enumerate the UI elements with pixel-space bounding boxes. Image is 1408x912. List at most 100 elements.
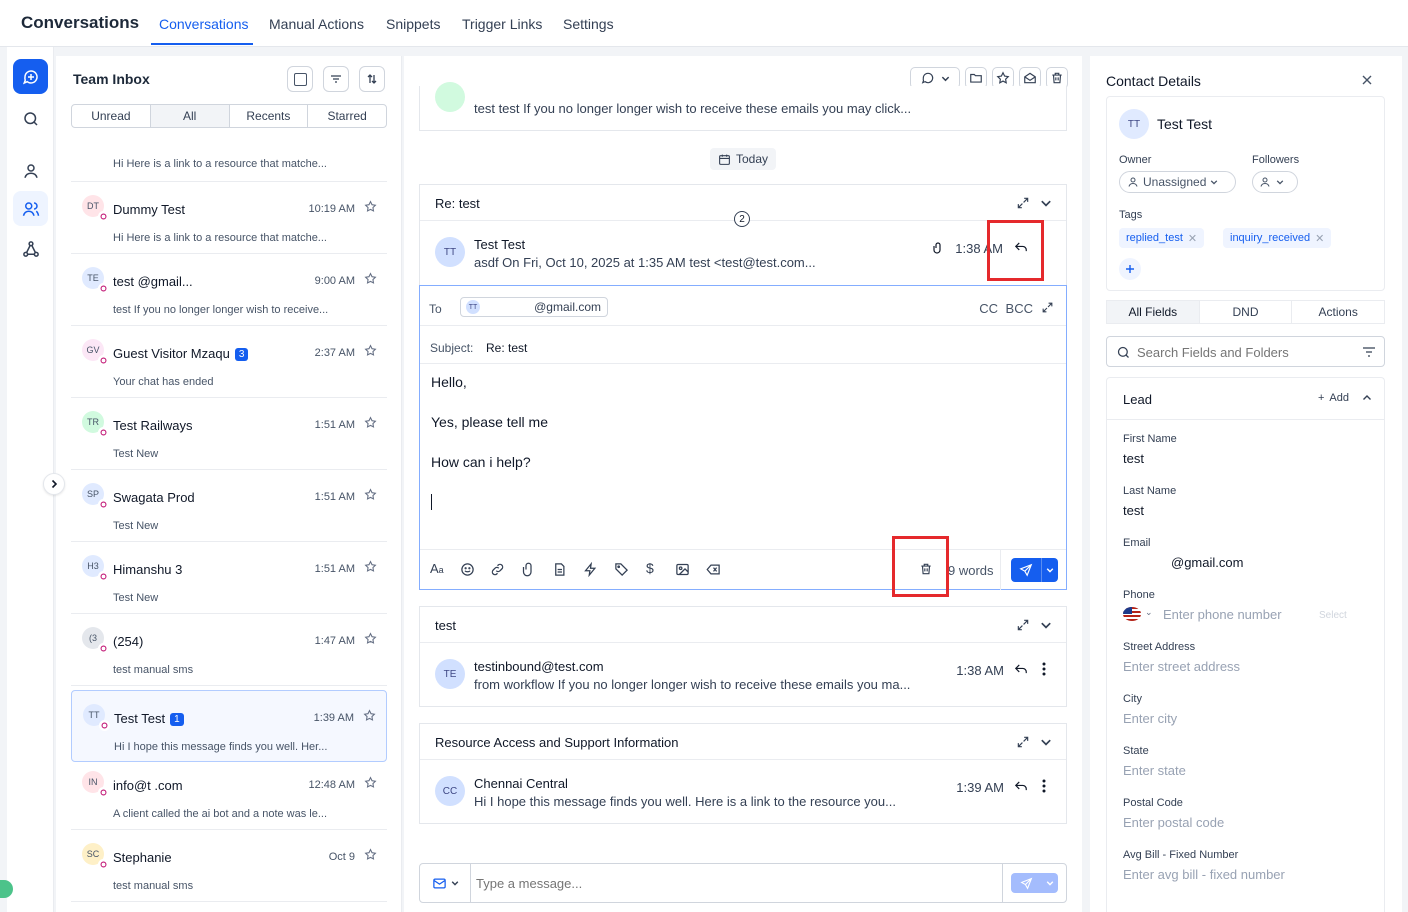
email-card-resource[interactable]: Resource Access and Support Information …: [419, 723, 1067, 824]
more-options-icon[interactable]: [1042, 662, 1046, 676]
list-item[interactable]: TE test @gmail... 9:00 AM test If you no lo…: [71, 254, 387, 326]
team-rail-button[interactable]: [13, 191, 48, 226]
subject-input[interactable]: Re: test: [486, 341, 527, 355]
field-input[interactable]: Enter city: [1123, 711, 1177, 726]
subject-row[interactable]: Subject: Re: test: [420, 326, 1066, 364]
tab-settings[interactable]: Settings: [563, 16, 614, 32]
list-item[interactable]: H3 Himanshu 3 1:51 AM Test New: [71, 542, 387, 614]
select-all-checkbox[interactable]: [287, 66, 313, 92]
list-item[interactable]: SP Swagata Prod 1:51 AM Test New: [71, 470, 387, 542]
list-item[interactable]: (3 (254) 1:47 AM test manual sms: [71, 614, 387, 686]
reply-icon[interactable]: [1014, 240, 1028, 254]
reply-icon[interactable]: [1014, 779, 1028, 793]
tag-chip[interactable]: inquiry_received ✕: [1223, 228, 1332, 248]
dollar-icon[interactable]: $: [646, 560, 654, 576]
recipient-chip[interactable]: TT @gmail.com: [460, 297, 608, 317]
sort-button[interactable]: [359, 66, 385, 92]
search-rail-button[interactable]: [13, 101, 48, 136]
tag-chip[interactable]: replied_test ✕: [1119, 228, 1205, 248]
add-tag-button[interactable]: [1119, 258, 1141, 280]
chevron-up-icon[interactable]: [1362, 393, 1372, 403]
list-item[interactable]: SC Stephanie Oct 9 test manual sms: [71, 830, 387, 902]
list-item[interactable]: TR Test Railways 1:51 AM Test New: [71, 398, 387, 470]
document-icon[interactable]: [552, 562, 567, 577]
bcc-button[interactable]: BCC: [1006, 301, 1033, 316]
field-input[interactable]: @gmail.com: [1171, 555, 1243, 570]
field-input[interactable]: Enter postal code: [1123, 815, 1224, 830]
filter-button[interactable]: [323, 66, 349, 92]
owner-select[interactable]: Unassigned: [1119, 171, 1236, 193]
star-icon[interactable]: [364, 632, 377, 645]
list-item[interactable]: DT Dummy Test 10:19 AM Hi Here is a link to…: [71, 182, 387, 254]
tab-manual-actions[interactable]: Manual Actions: [269, 16, 364, 32]
expand-icon[interactable]: [1041, 301, 1054, 314]
message-input[interactable]: [476, 872, 946, 894]
filter-icon[interactable]: [1363, 347, 1375, 357]
field-input[interactable]: test: [1123, 451, 1144, 466]
contacts-rail-button[interactable]: [13, 153, 48, 188]
followers-select[interactable]: [1252, 171, 1298, 193]
star-icon[interactable]: [364, 560, 377, 573]
field-input[interactable]: Enter street address: [1123, 659, 1240, 674]
message-card[interactable]: test test If you no longer longer wish t…: [419, 82, 1067, 131]
email-card-re-test[interactable]: Re: test 2 TT Test Test asdf On Fri, Oct…: [419, 184, 1067, 286]
list-item[interactable]: IN info@t .com 12:48 AM A client called the…: [71, 758, 387, 830]
star-icon[interactable]: [364, 488, 377, 501]
field-input[interactable]: test: [1123, 503, 1144, 518]
close-icon[interactable]: [1362, 75, 1372, 85]
list-item[interactable]: TT Test Test 1 1:39 AM Hi I hope this messag…: [71, 690, 387, 762]
tag-icon[interactable]: [614, 562, 629, 577]
chevron-down-icon[interactable]: [1040, 197, 1052, 209]
star-icon[interactable]: [364, 272, 377, 285]
list-item[interactable]: GV Guest Visitor Mzaqu 3 2:37 AM Your chat h…: [71, 326, 387, 398]
filter-starred[interactable]: Starred: [308, 105, 386, 127]
message-body-editor[interactable]: Hello, Yes, please tell me How can i hel…: [420, 364, 1066, 550]
star-icon[interactable]: [364, 848, 377, 861]
tab-dnd[interactable]: DND: [1200, 301, 1293, 323]
chevron-down-icon[interactable]: [1040, 619, 1052, 631]
list-item[interactable]: Hi Here is a link to a resource that mat…: [71, 138, 387, 182]
clear-format-icon[interactable]: [706, 562, 721, 577]
star-icon[interactable]: [364, 200, 377, 213]
workflow-rail-button[interactable]: [13, 231, 48, 266]
quick-send-button[interactable]: [1011, 873, 1058, 893]
channel-selector[interactable]: [420, 864, 471, 902]
trash-icon[interactable]: [919, 562, 933, 576]
star-icon[interactable]: [364, 344, 377, 357]
send-button[interactable]: [1011, 558, 1058, 582]
email-card-test[interactable]: test TE testinbound@test.com from workfl…: [419, 606, 1067, 707]
expand-icon[interactable]: [1016, 735, 1030, 749]
expand-icon[interactable]: [1016, 618, 1030, 632]
emoji-icon[interactable]: [460, 562, 475, 577]
country-flag-icon[interactable]: [1123, 607, 1141, 621]
lightning-icon[interactable]: [583, 562, 598, 577]
tab-conversations[interactable]: Conversations: [159, 16, 249, 32]
tab-trigger-links[interactable]: Trigger Links: [462, 16, 542, 32]
field-input[interactable]: Enter state: [1123, 763, 1186, 778]
text-format-icon[interactable]: Aa: [430, 561, 444, 576]
star-icon[interactable]: [364, 416, 377, 429]
paperclip-icon[interactable]: [521, 562, 536, 577]
field-input[interactable]: Enter phone number: [1163, 607, 1282, 622]
filter-recents[interactable]: Recents: [230, 105, 309, 127]
phone-type-select[interactable]: Select: [1319, 610, 1347, 621]
expand-icon[interactable]: [1016, 196, 1030, 210]
star-icon[interactable]: [364, 776, 377, 789]
new-conversation-button[interactable]: [13, 59, 48, 94]
field-input[interactable]: Enter avg bill - fixed number: [1123, 867, 1285, 882]
link-icon[interactable]: [490, 562, 505, 577]
tab-all-fields[interactable]: All Fields: [1107, 301, 1200, 323]
tab-actions[interactable]: Actions: [1292, 301, 1384, 323]
filter-unread[interactable]: Unread: [72, 105, 151, 127]
more-options-icon[interactable]: [1042, 779, 1046, 793]
image-icon[interactable]: [675, 562, 690, 577]
star-icon[interactable]: [363, 709, 376, 722]
remove-tag-icon[interactable]: ✕: [1315, 232, 1324, 245]
tab-snippets[interactable]: Snippets: [386, 16, 440, 32]
chevron-down-icon[interactable]: [1040, 736, 1052, 748]
expand-panel-button[interactable]: [43, 473, 65, 495]
cc-button[interactable]: CC: [979, 301, 998, 316]
remove-tag-icon[interactable]: ✕: [1188, 232, 1197, 245]
filter-all[interactable]: All: [150, 105, 230, 127]
field-search-input[interactable]: [1137, 343, 1357, 361]
